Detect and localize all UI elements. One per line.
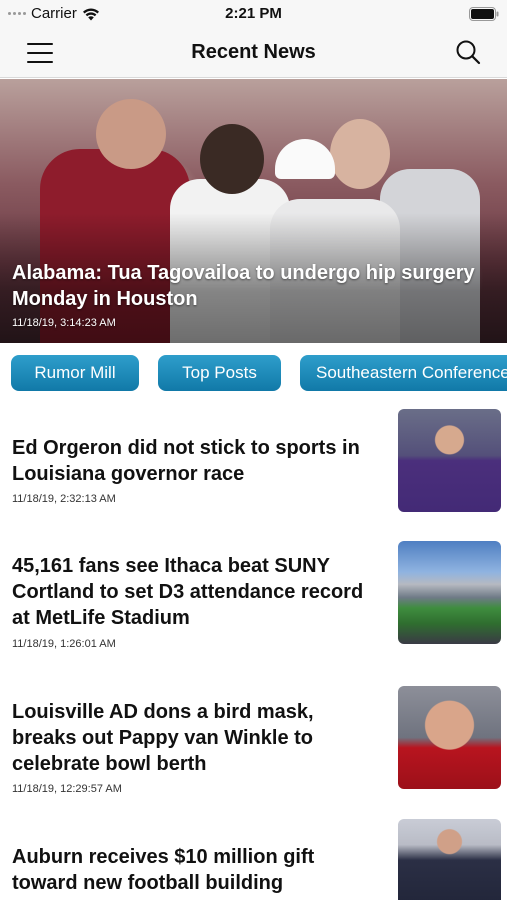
article-timestamp: 11/18/19, 2:32:13 AM [12, 493, 116, 505]
list-item[interactable]: Ed Orgeron did not stick to sports in Lo… [0, 408, 507, 518]
category-chip-sec[interactable]: Southeastern Conference [300, 355, 507, 391]
list-item[interactable]: Auburn receives $10 million gift toward … [0, 818, 507, 900]
article-headline: Auburn receives $10 million gift toward … [12, 846, 315, 894]
article-timestamp: 11/18/19, 1:26:01 AM [12, 638, 116, 650]
search-icon[interactable] [455, 39, 481, 65]
article-headline: 45,161 fans see Ithaca beat SUNY Cortlan… [12, 555, 364, 629]
battery-icon [469, 7, 499, 21]
category-chip-rumor-mill[interactable]: Rumor Mill [11, 355, 139, 391]
status-time: 2:21 PM [225, 5, 282, 22]
category-chips: Rumor Mill Top Posts Southeastern Confer… [0, 353, 507, 393]
article-headline: Louisville AD dons a bird mask, breaks o… [12, 701, 314, 775]
hero-image-figure [275, 139, 335, 179]
hero-story[interactable]: Alabama: Tua Tagovailoa to undergo hip s… [0, 79, 507, 343]
article-thumbnail [398, 541, 501, 644]
category-chip-top-posts[interactable]: Top Posts [158, 355, 281, 391]
page-title: Recent News [191, 41, 316, 63]
hero-image-figure [96, 99, 166, 169]
article-headline: Ed Orgeron did not stick to sports in Lo… [12, 437, 360, 485]
hero-image-figure [330, 119, 390, 189]
hero-image-figure [200, 124, 264, 194]
article-thumbnail [398, 409, 501, 512]
hero-headline: Alabama: Tua Tagovailoa to undergo hip s… [12, 262, 475, 310]
article-thumbnail [398, 819, 501, 900]
status-bar: Carrier 2:21 PM [0, 0, 507, 28]
hero-timestamp: 11/18/19, 3:14:23 AM [12, 317, 116, 329]
navigation-bar: Recent News [0, 28, 507, 78]
article-timestamp: 11/18/19, 12:29:57 AM [12, 783, 122, 795]
list-item[interactable]: Louisville AD dons a bird mask, breaks o… [0, 685, 507, 805]
list-item[interactable]: 45,161 fans see Ithaca beat SUNY Cortlan… [0, 540, 507, 660]
article-thumbnail [398, 686, 501, 789]
